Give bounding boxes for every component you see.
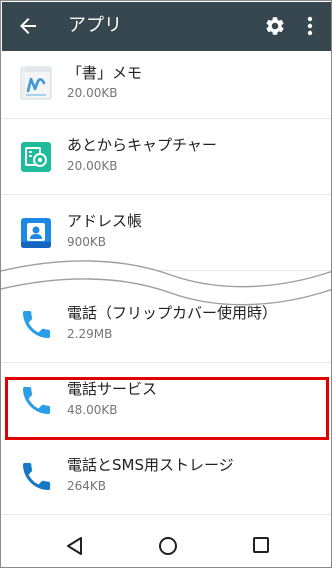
app-list-item[interactable]: 「書」メモ 20.00KB (2, 51, 331, 119)
app-list-top: 「書」メモ 20.00KB あとからキャプチャー 20.00KB アドレス帳 9… (2, 51, 331, 271)
phone-icon (23, 387, 51, 414)
app-list-item[interactable]: 電話とSMS用ストレージ 264KB (2, 439, 331, 515)
app-name: あとからキャプチャー (67, 136, 217, 154)
app-name: 電話サービス (67, 380, 158, 398)
app-bar: アプリ (2, 2, 331, 51)
memo-app-icon (20, 66, 52, 100)
list-break-wave (1, 260, 331, 306)
arrow-back-icon[interactable] (16, 14, 40, 38)
app-size: 48.00KB (67, 403, 118, 417)
app-name: 「書」メモ (67, 64, 143, 82)
system-nav-bar (2, 523, 331, 567)
capture-app-icon (21, 142, 51, 172)
app-size: 2.29MB (67, 327, 113, 341)
phone-icon (23, 311, 51, 338)
contacts-app-icon (21, 218, 51, 248)
app-list-item-selected[interactable]: 電話サービス 48.00KB (2, 363, 331, 439)
more-vert-icon[interactable] (304, 15, 316, 37)
screen: アプリ 「書」メモ 20.00KB あとからキャプチャー 20.00KB アドレ… (0, 0, 332, 568)
phone-dark-icon (23, 463, 51, 490)
app-size: 900KB (67, 235, 107, 249)
app-size: 264KB (67, 479, 107, 493)
app-list-bottom: 電話（フリップカバー使用時） 2.29MB 電話サービス 48.00KB 電話と… (2, 287, 331, 515)
app-size: 20.00KB (67, 159, 118, 173)
nav-home-icon[interactable] (158, 536, 178, 556)
app-name: アドレス帳 (67, 212, 143, 230)
app-list-item[interactable]: あとからキャプチャー 20.00KB (2, 119, 331, 195)
nav-recents-icon[interactable] (253, 537, 269, 553)
nav-back-icon[interactable] (65, 536, 83, 556)
page-title: アプリ (68, 15, 122, 36)
app-size: 20.00KB (67, 86, 118, 100)
app-name: 電話とSMS用ストレージ (67, 456, 234, 474)
gear-icon[interactable] (264, 15, 286, 37)
